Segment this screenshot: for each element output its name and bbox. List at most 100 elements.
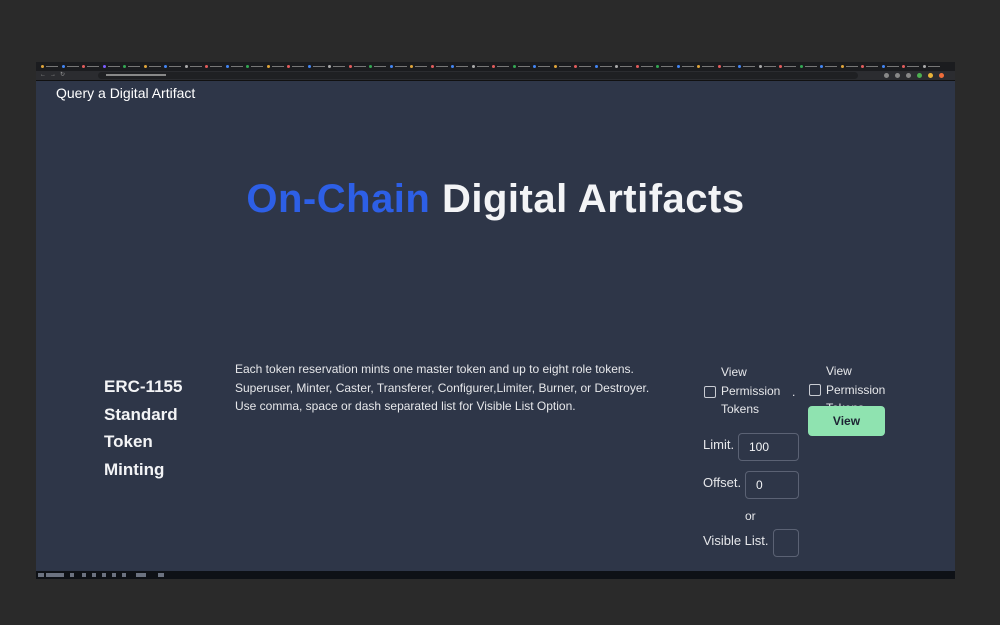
offset-input[interactable] bbox=[745, 471, 799, 499]
tab-title bbox=[251, 66, 263, 67]
tab-title bbox=[210, 66, 222, 67]
tab-favicon-icon bbox=[594, 65, 598, 68]
taskbar-app-icon[interactable] bbox=[158, 573, 164, 577]
tab-favicon-icon bbox=[61, 65, 65, 68]
browser-tab[interactable] bbox=[368, 63, 388, 70]
browser-tab[interactable] bbox=[901, 63, 921, 70]
taskbar-app-icon[interactable] bbox=[70, 573, 74, 577]
tab-favicon-icon bbox=[697, 65, 700, 68]
tab-title bbox=[579, 66, 591, 67]
browser-tab[interactable] bbox=[102, 63, 122, 70]
browser-tab[interactable] bbox=[266, 63, 286, 70]
taskbar-app-icon[interactable] bbox=[136, 573, 146, 577]
extension-icon[interactable] bbox=[917, 73, 922, 78]
view-button[interactable]: View bbox=[808, 406, 885, 436]
extension-icon[interactable] bbox=[895, 73, 900, 78]
browser-tab[interactable] bbox=[594, 63, 614, 70]
separator-dot: . bbox=[792, 385, 796, 399]
browser-tab[interactable] bbox=[881, 63, 901, 70]
tab-favicon-icon bbox=[758, 65, 762, 68]
tab-favicon-icon bbox=[635, 65, 639, 68]
view-permission-checkbox-2[interactable] bbox=[809, 384, 821, 396]
taskbar-app-icon[interactable] bbox=[38, 573, 44, 577]
browser-tab[interactable] bbox=[430, 63, 450, 70]
tab-favicon-icon bbox=[123, 65, 126, 68]
tab-title bbox=[886, 66, 899, 67]
browser-tab[interactable] bbox=[286, 63, 306, 70]
tab-title bbox=[845, 66, 858, 67]
browser-tab[interactable] bbox=[778, 63, 798, 70]
tab-title bbox=[333, 66, 345, 67]
or-label: or bbox=[745, 509, 756, 523]
tab-favicon-icon bbox=[779, 65, 782, 68]
forward-icon[interactable]: → bbox=[50, 72, 56, 79]
browser-tab[interactable] bbox=[758, 63, 778, 70]
tab-title bbox=[825, 66, 837, 67]
tab-favicon-icon bbox=[287, 65, 290, 68]
browser-tab[interactable] bbox=[799, 63, 819, 70]
browser-tab[interactable] bbox=[840, 63, 860, 70]
taskbar-app-icon[interactable] bbox=[46, 573, 64, 577]
browser-tab[interactable] bbox=[655, 63, 675, 70]
tab-favicon-icon bbox=[902, 65, 905, 68]
tab-favicon-icon bbox=[82, 65, 85, 68]
browser-tab[interactable] bbox=[635, 63, 655, 70]
taskbar-app-icon[interactable] bbox=[122, 573, 126, 577]
browser-tab[interactable] bbox=[737, 63, 757, 70]
tab-title bbox=[476, 66, 489, 67]
taskbar-app-icon[interactable] bbox=[82, 573, 86, 577]
back-icon[interactable]: ← bbox=[40, 72, 46, 79]
taskbar-app-icon[interactable] bbox=[112, 573, 116, 577]
browser-tab[interactable] bbox=[409, 63, 429, 70]
tab-title bbox=[353, 66, 366, 67]
browser-tab[interactable] bbox=[512, 63, 532, 70]
reload-icon[interactable]: ↻ bbox=[60, 72, 65, 79]
extension-icon[interactable] bbox=[939, 73, 944, 78]
extension-icon[interactable] bbox=[884, 73, 889, 78]
browser-tab[interactable] bbox=[922, 63, 942, 70]
browser-tab[interactable] bbox=[553, 63, 573, 70]
browser-tab[interactable] bbox=[61, 63, 81, 70]
browser-tab[interactable] bbox=[532, 63, 552, 70]
browser-tab[interactable] bbox=[184, 63, 204, 70]
limit-input[interactable] bbox=[738, 433, 799, 461]
browser-tab[interactable] bbox=[348, 63, 368, 70]
view-permission-checkbox-1[interactable] bbox=[704, 386, 716, 398]
browser-tab[interactable] bbox=[491, 63, 511, 70]
visible-list-input[interactable] bbox=[773, 529, 799, 557]
browser-tab[interactable] bbox=[860, 63, 880, 70]
browser-tab[interactable] bbox=[225, 63, 245, 70]
tab-title bbox=[271, 66, 284, 67]
browser-tab[interactable] bbox=[450, 63, 470, 70]
tab-title bbox=[46, 66, 58, 67]
tab-title bbox=[558, 66, 571, 67]
tab-title bbox=[394, 66, 407, 67]
browser-tab[interactable] bbox=[717, 63, 737, 70]
browser-tab[interactable] bbox=[471, 63, 491, 70]
browser-tab[interactable] bbox=[143, 63, 163, 70]
browser-tab[interactable] bbox=[573, 63, 593, 70]
query-artifact-link[interactable]: Query a Digital Artifact bbox=[56, 85, 195, 101]
browser-tab[interactable] bbox=[163, 63, 183, 70]
browser-tab[interactable] bbox=[245, 63, 265, 70]
browser-tab[interactable] bbox=[819, 63, 839, 70]
taskbar-app-icon[interactable] bbox=[92, 573, 96, 577]
browser-tab[interactable] bbox=[204, 63, 224, 70]
browser-tab[interactable] bbox=[40, 63, 60, 70]
browser-tab[interactable] bbox=[389, 63, 409, 70]
limit-label: Limit. bbox=[703, 437, 735, 452]
extension-icon[interactable] bbox=[928, 73, 933, 78]
tab-title bbox=[784, 66, 796, 67]
url-field[interactable] bbox=[98, 72, 858, 79]
browser-tab[interactable] bbox=[676, 63, 696, 70]
browser-tab[interactable] bbox=[81, 63, 101, 70]
browser-tab[interactable] bbox=[307, 63, 327, 70]
tab-favicon-icon bbox=[820, 65, 823, 68]
browser-tab[interactable] bbox=[327, 63, 347, 70]
taskbar-app-icon[interactable] bbox=[102, 573, 106, 577]
browser-tab[interactable] bbox=[696, 63, 716, 70]
extension-icon[interactable] bbox=[906, 73, 911, 78]
tab-favicon-icon bbox=[328, 65, 331, 68]
browser-tab[interactable] bbox=[614, 63, 634, 70]
browser-tab[interactable] bbox=[122, 63, 142, 70]
